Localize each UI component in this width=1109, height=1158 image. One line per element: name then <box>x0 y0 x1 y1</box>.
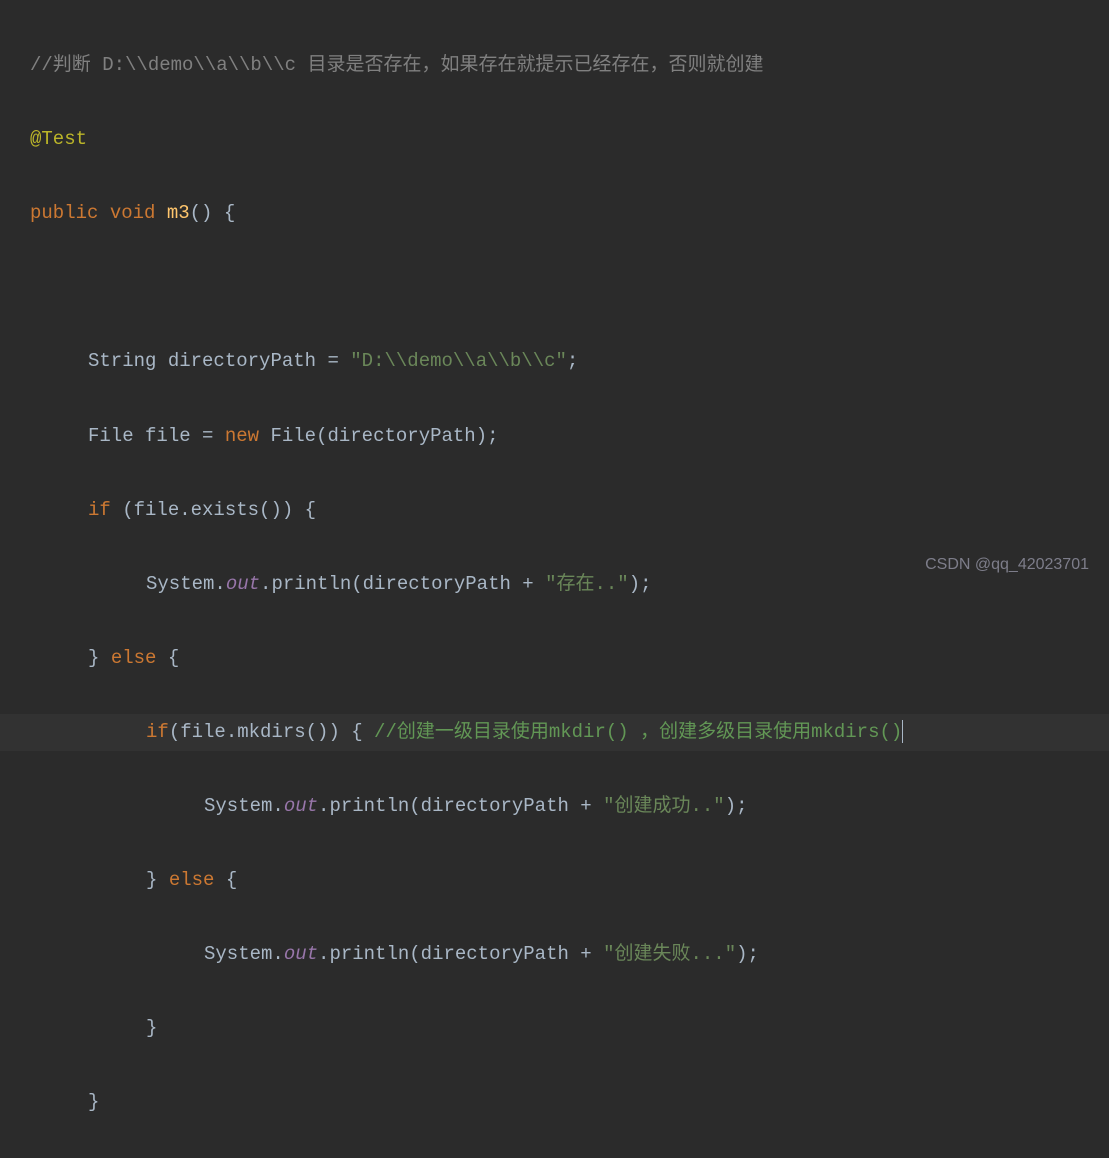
string-literal: "创建失败..." <box>603 943 736 965</box>
text-cursor <box>902 720 903 743</box>
identifier: file <box>145 425 191 447</box>
code-line <box>30 269 1109 306</box>
code-text: .println(directoryPath + <box>318 943 603 965</box>
code-line: if (file.exists()) { <box>30 492 1109 529</box>
keyword: new <box>225 425 259 447</box>
operator: = <box>316 350 350 372</box>
code-line: } <box>30 1010 1109 1047</box>
keyword: else <box>111 647 157 669</box>
keyword: public <box>30 202 98 224</box>
operator: = <box>191 425 225 447</box>
code-line: String directoryPath = "D:\\demo\\a\\b\\… <box>30 343 1109 380</box>
brace: } <box>146 869 169 891</box>
static-field: out <box>284 795 318 817</box>
code-line: } else { <box>30 862 1109 899</box>
code-line: @Test <box>30 121 1109 158</box>
code-text: System. <box>204 943 284 965</box>
keyword: else <box>169 869 215 891</box>
code-text: System. <box>204 795 284 817</box>
code-text: (file.exists()) { <box>111 499 316 521</box>
code-text: { <box>156 647 179 669</box>
code-line: public void m3() { <box>30 195 1109 232</box>
string-literal: "创建成功.." <box>603 795 725 817</box>
static-field: out <box>284 943 318 965</box>
code-text: .println(directoryPath + <box>260 573 545 595</box>
keyword: void <box>110 202 156 224</box>
watermark: CSDN @qq_42023701 <box>925 549 1089 580</box>
annotation: @Test <box>30 128 87 150</box>
code-line-active: if(file.mkdirs()) { //创建一级目录使用mkdir() ，创… <box>0 714 1109 751</box>
code-text: ); <box>629 573 652 595</box>
code-text: System. <box>146 573 226 595</box>
code-text: { <box>214 869 237 891</box>
comment: //创建一级目录使用mkdir() ，创建多级目录使用mkdirs() <box>374 721 902 743</box>
code-text: (file.mkdirs()) { <box>169 721 374 743</box>
code-line: } else { <box>30 640 1109 677</box>
code-text: () { <box>190 202 236 224</box>
code-text: ); <box>736 943 759 965</box>
code-line: System.out.println(directoryPath + "创建成功… <box>30 788 1109 825</box>
semicolon: ; <box>567 350 578 372</box>
code-text: ); <box>725 795 748 817</box>
keyword: if <box>146 721 169 743</box>
semicolon: ; <box>487 425 498 447</box>
method-name: m3 <box>167 202 190 224</box>
code-line: File file = new File(directoryPath); <box>30 418 1109 455</box>
brace: } <box>88 647 111 669</box>
code-line: } <box>30 1084 1109 1121</box>
string-literal: "存在.." <box>545 573 629 595</box>
type: String <box>88 350 156 372</box>
code-line: //判断 D:\\demo\\a\\b\\c 目录是否存在，如果存在就提示已经存… <box>30 47 1109 84</box>
code-text: .println(directoryPath + <box>318 795 603 817</box>
string-literal: "D:\\demo\\a\\b\\c" <box>350 350 567 372</box>
brace: } <box>146 1017 157 1039</box>
code-line: System.out.println(directoryPath + "创建失败… <box>30 936 1109 973</box>
comment: //判断 D:\\demo\\a\\b\\c 目录是否存在，如果存在就提示已经存… <box>30 54 763 76</box>
code-editor[interactable]: //判断 D:\\demo\\a\\b\\c 目录是否存在，如果存在就提示已经存… <box>0 10 1109 1158</box>
brace: } <box>88 1091 99 1113</box>
static-field: out <box>226 573 260 595</box>
type: File <box>88 425 134 447</box>
identifier: directoryPath <box>168 350 316 372</box>
keyword: if <box>88 499 111 521</box>
code-text: File(directoryPath) <box>259 425 487 447</box>
